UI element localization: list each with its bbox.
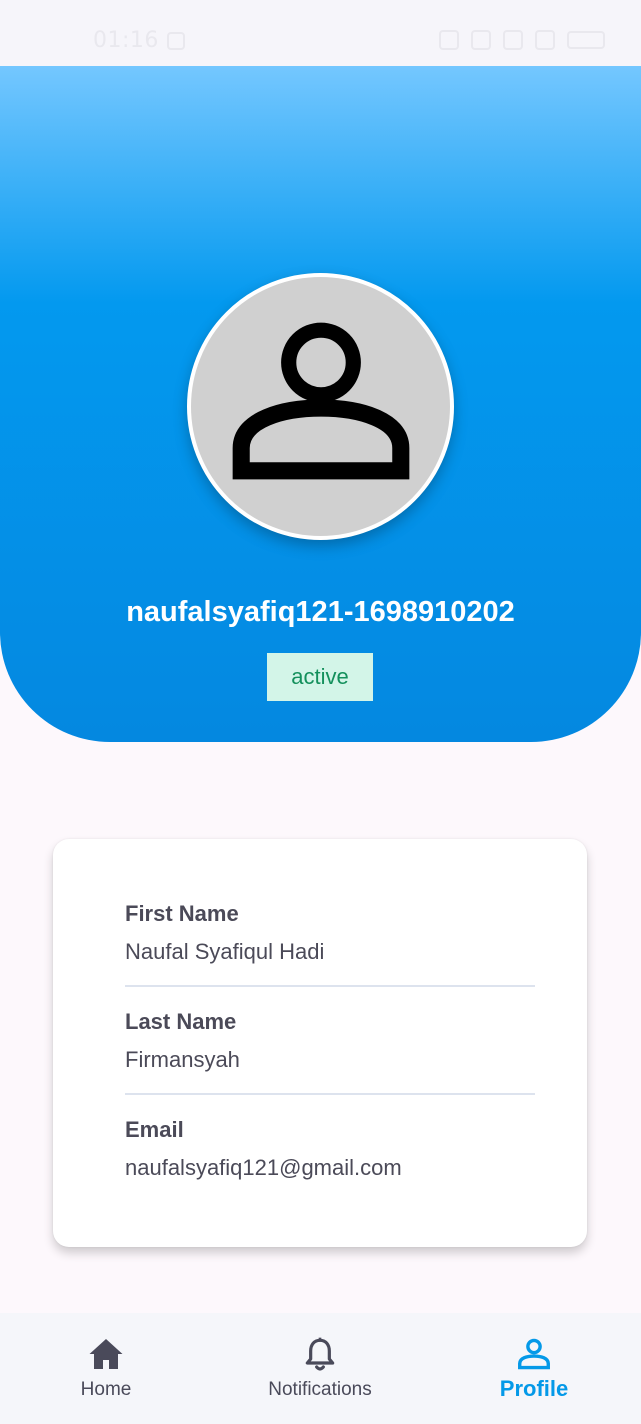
screenshot-icon	[167, 32, 185, 50]
avatar[interactable]	[187, 273, 454, 540]
email-label: Email	[125, 1117, 184, 1142]
nav-item-home[interactable]: Home	[16, 1313, 196, 1424]
bell-icon	[305, 1337, 335, 1371]
last-name-field: Last Name Firmansyah	[125, 1009, 535, 1073]
battery-icon	[567, 31, 605, 49]
status-icons	[439, 30, 605, 50]
signal-icon	[535, 30, 555, 50]
last-name-value: Firmansyah	[125, 1047, 240, 1072]
status-bar: 01:16	[0, 0, 641, 66]
status-time: 01:16	[93, 28, 159, 53]
last-name-label: Last Name	[125, 1009, 237, 1034]
nav-label-home: Home	[80, 1379, 132, 1400]
nav-item-profile[interactable]: Profile	[444, 1313, 624, 1424]
person-icon	[518, 1338, 550, 1370]
divider	[125, 985, 535, 987]
email-field: Email naufalsyafiq121@gmail.com	[125, 1117, 535, 1181]
divider	[125, 1093, 535, 1095]
home-icon	[89, 1339, 123, 1369]
wifi-icon	[503, 30, 523, 50]
nav-item-notifications[interactable]: Notifications	[230, 1313, 410, 1424]
email-value: naufalsyafiq121@gmail.com	[125, 1155, 402, 1180]
status-badge: active	[267, 653, 373, 701]
profile-header: naufalsyafiq121-1698910202 active	[0, 66, 641, 742]
nav-label-profile: Profile	[499, 1376, 569, 1401]
username: naufalsyafiq121-1698910202	[126, 596, 515, 628]
first-name-field: First Name Naufal Syafiqul Hadi	[125, 901, 535, 965]
first-name-label: First Name	[125, 901, 239, 926]
bottom-nav: Home Notifications Profile	[0, 1313, 641, 1424]
alarm-icon	[439, 30, 459, 50]
first-name-value: Naufal Syafiqul Hadi	[125, 939, 325, 964]
nav-label-notifications: Notifications	[268, 1379, 372, 1400]
profile-details-card: First Name Naufal Syafiqul Hadi Last Nam…	[53, 839, 587, 1247]
person-icon	[232, 322, 409, 479]
mute-icon	[471, 30, 491, 50]
